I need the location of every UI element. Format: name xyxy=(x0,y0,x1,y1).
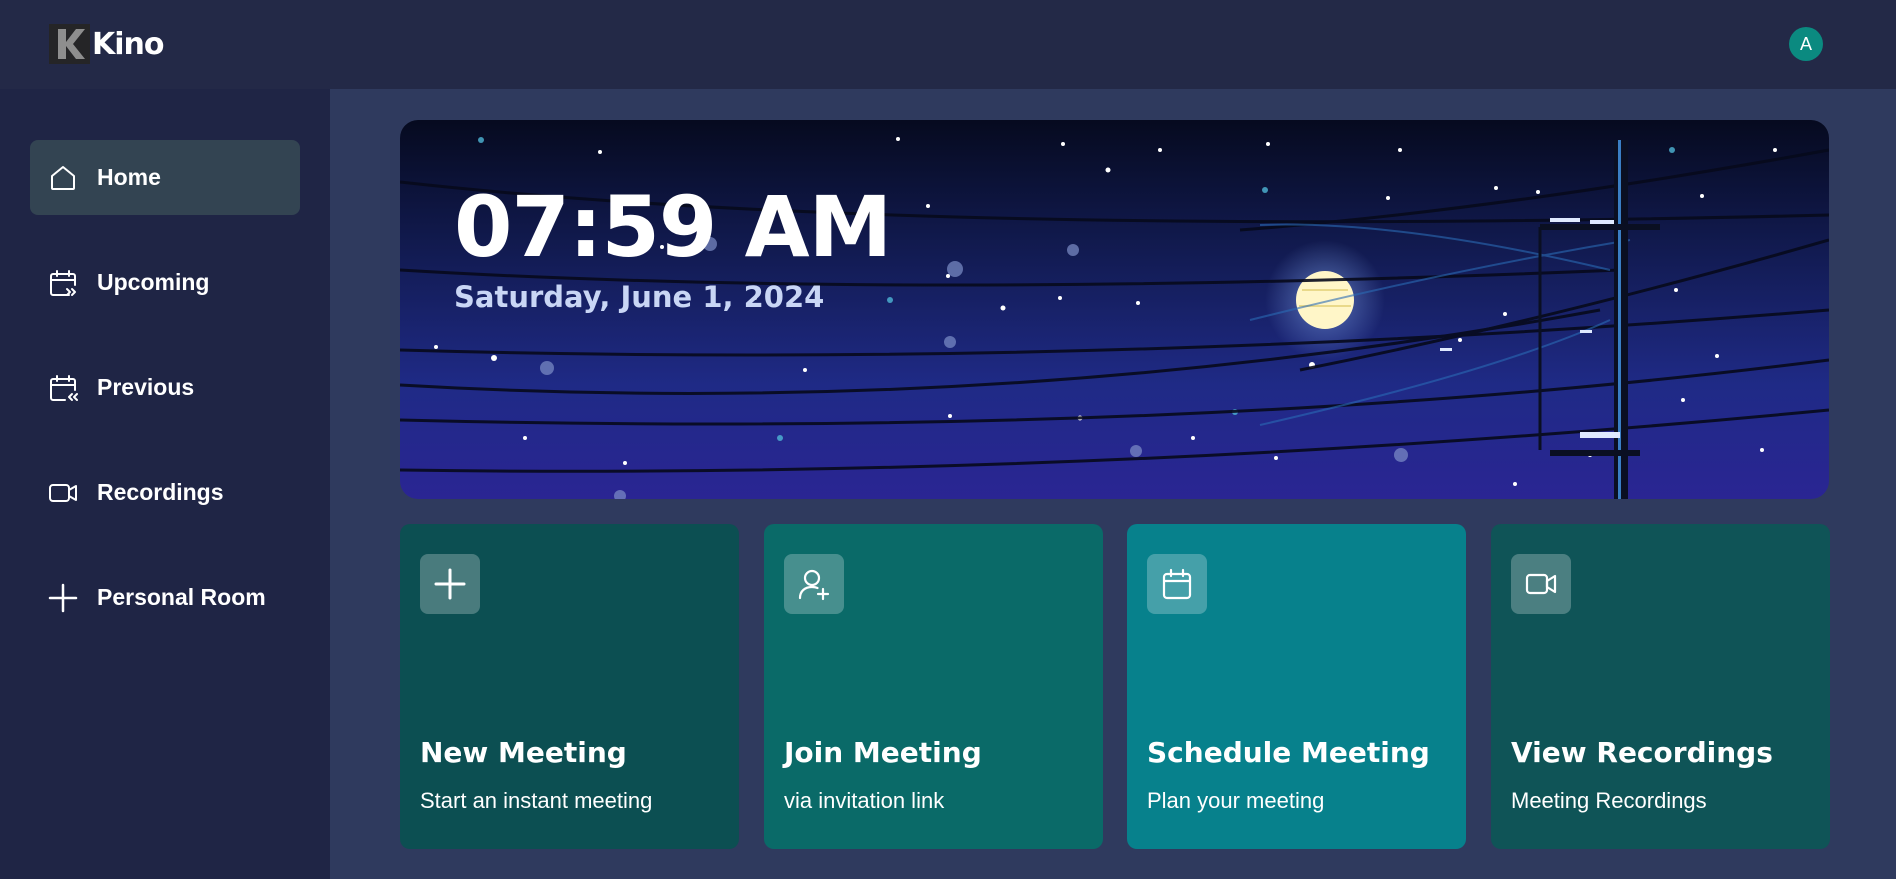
user-avatar[interactable]: A xyxy=(1789,27,1823,61)
card-subtitle: Meeting Recordings xyxy=(1511,788,1707,813)
current-date: Saturday, June 1, 2024 xyxy=(454,280,825,314)
app-logo[interactable]: Kino xyxy=(49,24,164,64)
calendar-forward-icon xyxy=(48,268,78,298)
video-icon xyxy=(1511,554,1571,614)
sidebar-item-previous[interactable]: Previous xyxy=(30,350,300,425)
card-title: New Meeting xyxy=(420,736,627,769)
current-time: 07:59 AM xyxy=(454,178,892,276)
user-add-icon xyxy=(784,554,844,614)
home-icon xyxy=(48,163,78,193)
sidebar-item-label: Personal Room xyxy=(97,584,266,610)
sidebar-item-label: Previous xyxy=(97,374,195,400)
plus-icon xyxy=(420,554,480,614)
sidebar-item-upcoming[interactable]: Upcoming xyxy=(30,245,300,320)
top-bar: Kino A xyxy=(0,0,1896,89)
app-name: Kino xyxy=(92,26,164,62)
card-subtitle: Plan your meeting xyxy=(1147,788,1325,813)
calendar-icon xyxy=(1147,554,1207,614)
sidebar: Home Upcoming Previous Recordings Person… xyxy=(0,89,330,879)
card-title: Join Meeting xyxy=(784,736,982,769)
card-subtitle: Start an instant meeting xyxy=(420,788,653,813)
card-title: Schedule Meeting xyxy=(1147,736,1430,769)
view-recordings-card[interactable]: View Recordings Meeting Recordings xyxy=(1491,524,1830,849)
join-meeting-card[interactable]: Join Meeting via invitation link xyxy=(764,524,1103,849)
sidebar-item-recordings[interactable]: Recordings xyxy=(30,455,300,530)
card-title: View Recordings xyxy=(1511,736,1773,769)
sidebar-item-label: Upcoming xyxy=(97,269,210,295)
new-meeting-card[interactable]: New Meeting Start an instant meeting xyxy=(400,524,739,849)
sidebar-item-home[interactable]: Home xyxy=(30,140,300,215)
plus-icon xyxy=(48,583,78,613)
sidebar-item-label: Home xyxy=(97,164,161,190)
schedule-meeting-card[interactable]: Schedule Meeting Plan your meeting xyxy=(1127,524,1466,849)
calendar-back-icon xyxy=(48,373,78,403)
video-icon xyxy=(48,478,78,508)
card-subtitle: via invitation link xyxy=(784,788,945,813)
logo-icon xyxy=(49,24,90,64)
sidebar-item-personal-room[interactable]: Personal Room xyxy=(30,560,300,635)
sidebar-item-label: Recordings xyxy=(97,479,224,505)
hero-banner: 07:59 AM Saturday, June 1, 2024 xyxy=(400,120,1829,499)
